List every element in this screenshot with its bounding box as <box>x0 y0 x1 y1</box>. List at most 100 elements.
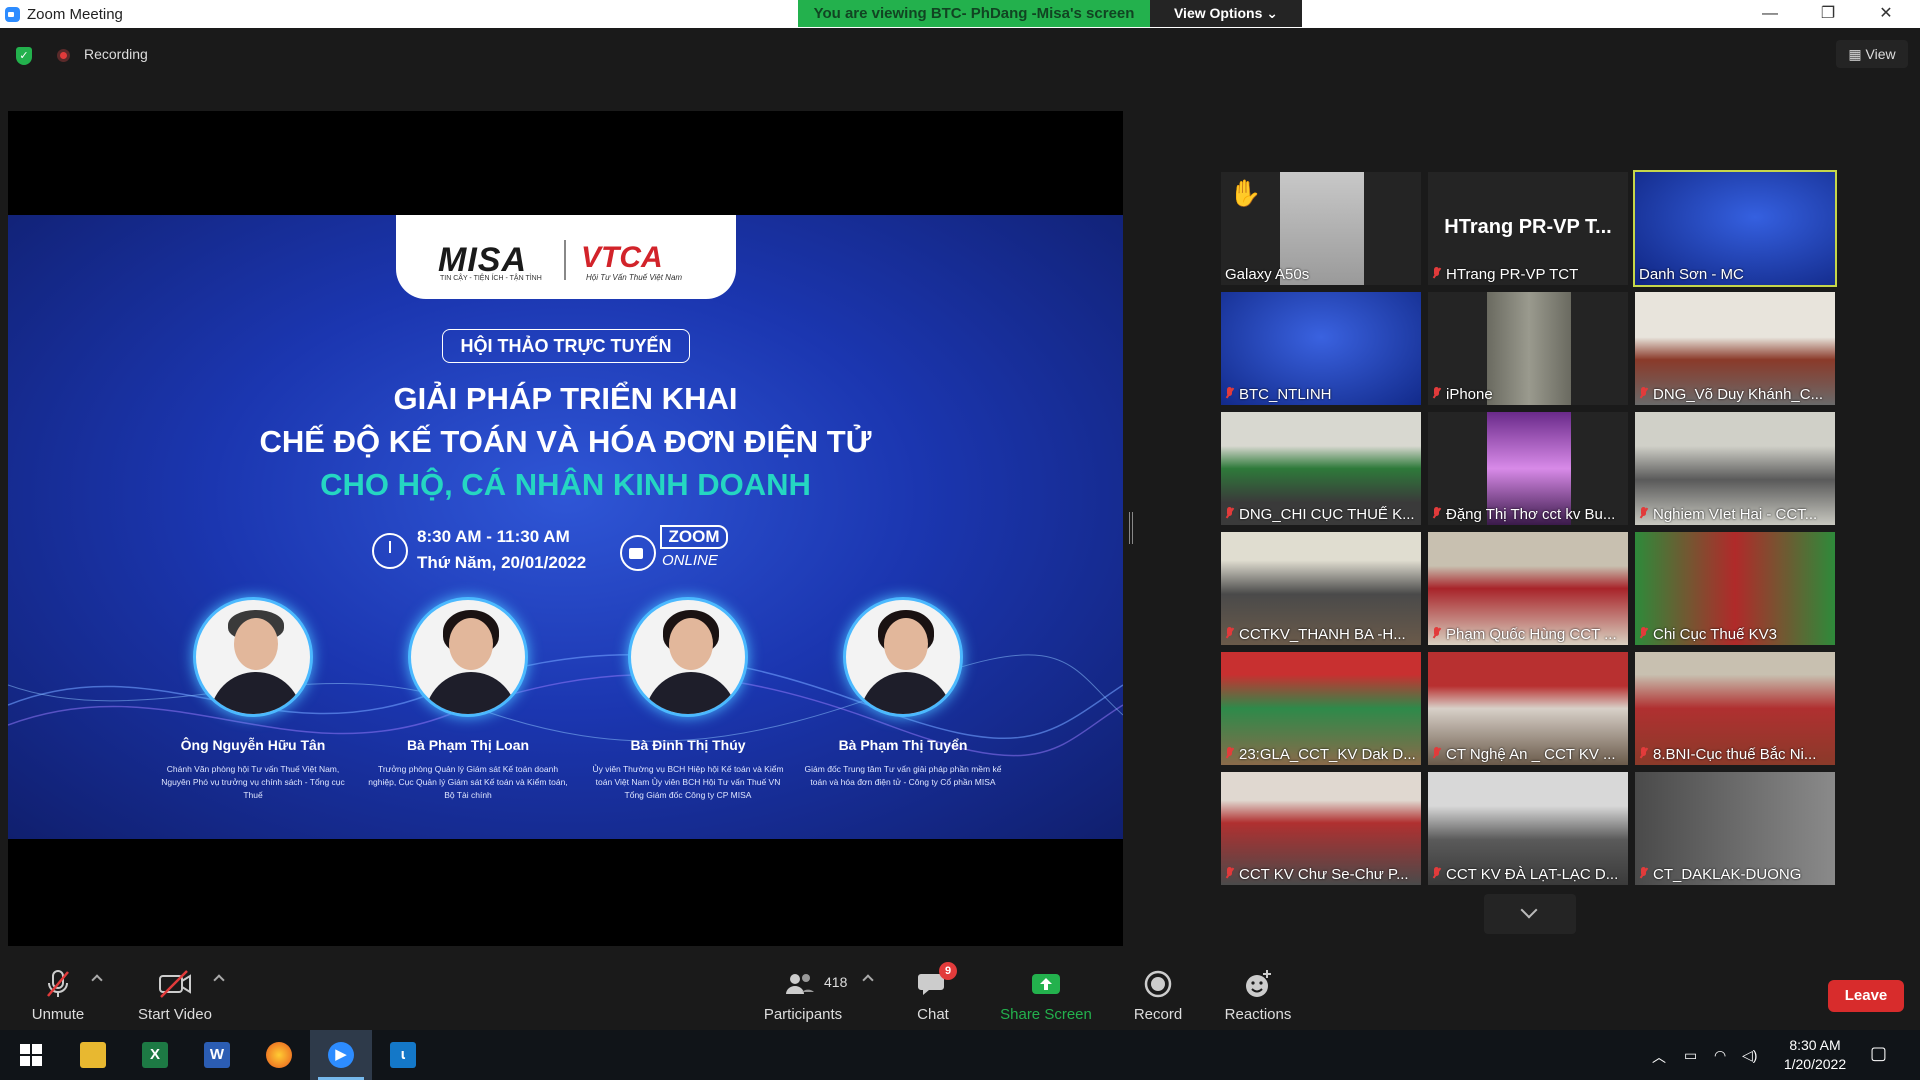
participant-tile[interactable]: Đặng Thị Thơ cct kv Bu... <box>1428 412 1628 525</box>
participant-name-text: 23:GLA_CCT_KV Dak D... <box>1239 746 1416 763</box>
participant-avatar-name: HTrang PR-VP T... <box>1444 216 1612 238</box>
word-icon: W <box>204 1042 230 1068</box>
participant-name: CCT KV ĐÀ LẠT-LẠC D... <box>1432 866 1624 883</box>
participant-name-text: Chi Cục Thuế KV3 <box>1653 626 1777 643</box>
participant-tile-active-speaker[interactable]: Danh Sơn - MC <box>1633 170 1837 287</box>
participant-name: CCTKV_THANH BA -H... <box>1225 626 1417 643</box>
zoom-app[interactable]: ▶ <box>310 1030 372 1080</box>
view-button[interactable]: ▦ View <box>1836 40 1908 68</box>
chat-icon: 9 <box>908 962 958 1000</box>
speaker-name: Ông Nguyễn Hữu Tân <box>180 737 326 753</box>
recording-label: Recording <box>84 46 148 62</box>
participant-name-text: Galaxy A50s <box>1225 266 1310 283</box>
speaker-card: Bà Phạm Thị Loan Trưởng phòng Quản lý Gi… <box>358 597 578 802</box>
participant-name-text: CCT KV ĐÀ LẠT-LẠC D... <box>1446 866 1619 883</box>
vtca-tagline: Hội Tư Vấn Thuế Việt Nam <box>586 273 683 282</box>
participant-tile[interactable]: Nghiem VIet Hai - CCT... <box>1635 412 1835 525</box>
share-screen-label: Share Screen <box>1000 1006 1092 1023</box>
leave-button[interactable]: Leave <box>1828 980 1904 1012</box>
participant-name: 8.BNI-Cục thuế Bắc Ni... <box>1639 746 1831 763</box>
participant-name: 23:GLA_CCT_KV Dak D... <box>1225 746 1417 763</box>
participants-label: Participants <box>763 1006 843 1023</box>
wifi-icon[interactable]: ◠ <box>1714 1047 1726 1064</box>
misa-tagline: TIN CẬY - TIỆN ÍCH - TẬN TÌNH <box>440 275 542 282</box>
start-button[interactable] <box>0 1030 62 1080</box>
view-options-button[interactable]: View Options ⌄ <box>1150 0 1302 27</box>
word-app[interactable]: W <box>186 1030 248 1080</box>
muted-mic-icon <box>1225 507 1235 521</box>
muted-mic-icon <box>1225 747 1235 761</box>
participant-name-text: Nghiem VIet Hai - CCT... <box>1653 506 1818 523</box>
participant-name-text: BTC_NTLINH <box>1239 386 1332 403</box>
participant-tile[interactable]: DNG_Võ Duy Khánh_C... <box>1635 292 1835 405</box>
notifications-icon[interactable]: ▢ <box>1870 1043 1887 1064</box>
unmute-button[interactable]: Unmute <box>20 968 96 1023</box>
reactions-label: Reactions <box>1224 1006 1292 1023</box>
taskbar-clock[interactable]: 8:30 AM 1/20/2022 <box>1760 1036 1870 1074</box>
vtca-logo: VTCA <box>581 241 663 274</box>
tray-chevron-icon[interactable]: ︿ <box>1652 1047 1666 1067</box>
participant-name-text: CCT KV Chư Se-Chư P... <box>1239 866 1409 883</box>
view-options-label: View Options <box>1173 5 1263 21</box>
participants-options-caret-icon[interactable] <box>862 974 874 986</box>
participant-tile[interactable]: ✋ Galaxy A50s <box>1221 172 1421 285</box>
panel-splitter-handle[interactable] <box>1129 512 1133 544</box>
participant-tile[interactable]: CCT KV Chư Se-Chư P... <box>1221 772 1421 885</box>
excel-app[interactable]: X <box>124 1030 186 1080</box>
share-screen-button[interactable]: Share Screen <box>1000 968 1092 1023</box>
record-button[interactable]: Record <box>1128 968 1188 1023</box>
participant-tile[interactable]: Phạm Quốc Hùng CCT ... <box>1428 532 1628 645</box>
volume-icon[interactable]: ◁) <box>1742 1047 1757 1064</box>
shared-screen[interactable]: MISA TIN CẬY - TIỆN ÍCH - TẬN TÌNH VTCA … <box>8 111 1123 946</box>
participant-tile[interactable]: CT_DAKLAK-DUONG <box>1635 772 1835 885</box>
participants-icon: 418 <box>758 968 848 1000</box>
participants-button[interactable]: 418 Participants <box>758 968 848 1023</box>
presentation-slide: MISA TIN CẬY - TIỆN ÍCH - TẬN TÌNH VTCA … <box>8 215 1123 839</box>
participant-name-text: HTrang PR-VP TCT <box>1446 266 1579 283</box>
muted-mic-icon <box>1639 867 1649 881</box>
close-icon[interactable]: ✕ <box>1866 2 1906 26</box>
participant-tile[interactable]: CT Nghệ An _ CCT KV ... <box>1428 652 1628 765</box>
battery-icon[interactable]: ▭ <box>1684 1047 1697 1064</box>
restore-icon[interactable]: ❐ <box>1808 2 1848 26</box>
participant-tile[interactable]: BTC_NTLINH <box>1221 292 1421 405</box>
grid-icon: ▦ <box>1848 46 1862 62</box>
file-explorer-app[interactable] <box>62 1030 124 1080</box>
participant-tile[interactable]: 23:GLA_CCT_KV Dak D... <box>1221 652 1421 765</box>
muted-mic-icon <box>1639 627 1649 641</box>
minimize-icon[interactable]: — <box>1750 2 1790 26</box>
window-titlebar: Zoom Meeting You are viewing BTC- PhDang… <box>0 0 1920 28</box>
participant-tile[interactable]: CCT KV ĐÀ LẠT-LẠC D... <box>1428 772 1628 885</box>
gallery-next-page-button[interactable] <box>1484 894 1576 934</box>
participant-tile[interactable]: iPhone <box>1428 292 1628 405</box>
participant-tile[interactable]: CCTKV_THANH BA -H... <box>1221 532 1421 645</box>
muted-mic-icon <box>1225 387 1235 401</box>
participant-tile[interactable]: Chi Cục Thuế KV3 <box>1635 532 1835 645</box>
view-label: View <box>1865 46 1896 62</box>
zoom-label: ZOOM <box>660 525 728 549</box>
muted-mic-icon <box>1432 267 1442 281</box>
viewing-banner: You are viewing BTC- PhDang -Misa's scre… <box>798 0 1150 27</box>
zoom-online-label: ONLINE <box>662 552 718 569</box>
reactions-button[interactable]: Reactions <box>1222 968 1294 1023</box>
muted-mic-icon <box>20 968 96 1000</box>
firefox-app[interactable] <box>248 1030 310 1080</box>
participant-tile[interactable]: HTrang PR-VP T... HTrang PR-VP TCT <box>1428 172 1628 285</box>
participant-tile[interactable]: DNG_CHI CỤC THUẾ K... <box>1221 412 1421 525</box>
speaker-card: Bà Đinh Thị Thúy Ủy viên Thường vụ BCH H… <box>578 597 798 802</box>
logo-banner: MISA TIN CẬY - TIỆN ÍCH - TẬN TÌNH VTCA … <box>396 215 736 299</box>
muted-mic-icon <box>1225 627 1235 641</box>
participant-name-text: Danh Sơn - MC <box>1639 266 1744 283</box>
speaker-photo <box>193 597 313 717</box>
lightshot-app[interactable]: ɩ <box>372 1030 434 1080</box>
muted-mic-icon <box>1432 747 1442 761</box>
start-video-button[interactable]: Start Video <box>130 968 220 1023</box>
shield-icon[interactable]: ✓ <box>16 47 32 65</box>
participant-name-text: Phạm Quốc Hùng CCT ... <box>1446 626 1617 643</box>
chat-button[interactable]: 9 Chat <box>908 962 958 1023</box>
participant-name-text: CT_DAKLAK-DUONG <box>1653 866 1802 883</box>
start-video-label: Start Video <box>138 1006 212 1023</box>
muted-mic-icon <box>1432 387 1442 401</box>
participant-tile[interactable]: 8.BNI-Cục thuế Bắc Ni... <box>1635 652 1835 765</box>
clock-icon <box>372 533 408 569</box>
